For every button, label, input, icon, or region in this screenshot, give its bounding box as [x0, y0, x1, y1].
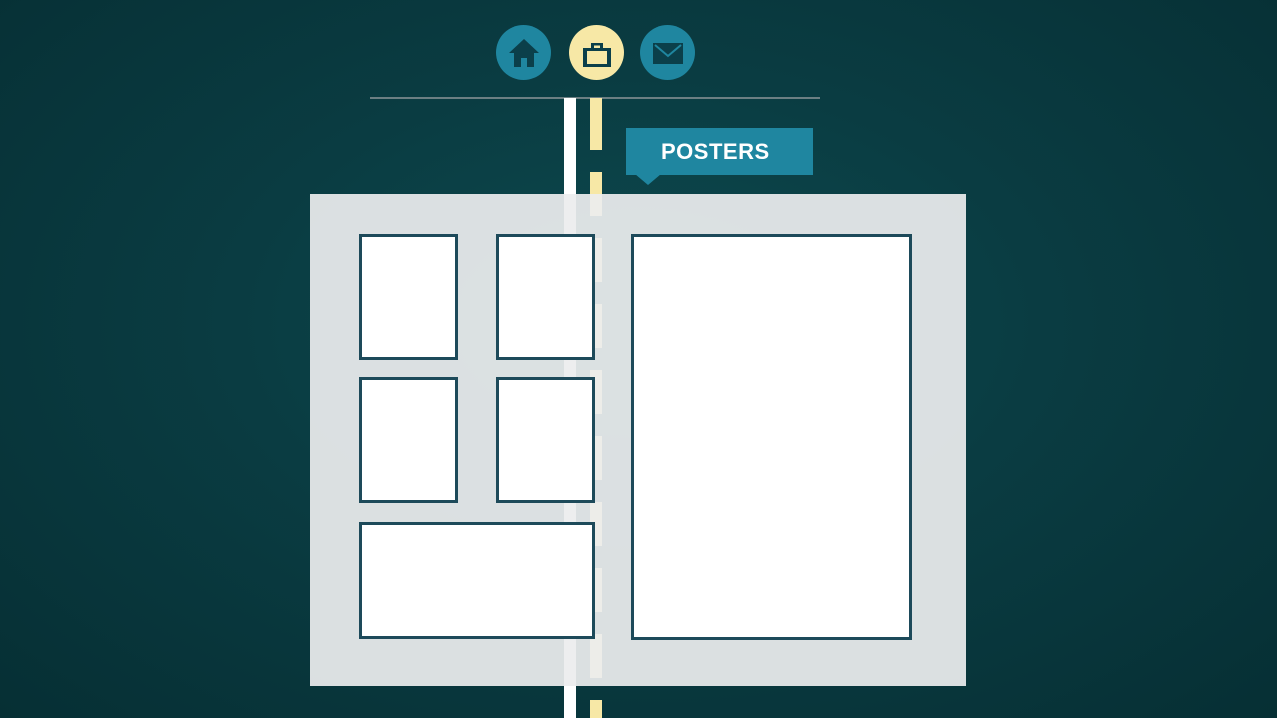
home-nav-button[interactable] — [496, 25, 551, 80]
home-icon — [508, 38, 539, 67]
poster-thumbnail-1[interactable] — [359, 234, 458, 360]
poster-preview-large[interactable] — [631, 234, 912, 640]
poster-thumbnail-2[interactable] — [496, 234, 595, 360]
section-tag-pointer — [635, 174, 661, 185]
portfolio-nav-button[interactable] — [569, 25, 624, 80]
contact-nav-button[interactable] — [640, 25, 695, 80]
poster-thumbnail-4[interactable] — [496, 377, 595, 503]
stage: POSTERS — [0, 0, 1277, 718]
poster-thumbnail-wide[interactable] — [359, 522, 595, 639]
section-tag-label: POSTERS — [661, 138, 770, 164]
briefcase-icon — [582, 42, 611, 67]
poster-thumbnail-3[interactable] — [359, 377, 458, 503]
section-tag: POSTERS — [626, 128, 813, 175]
envelope-icon — [652, 42, 683, 64]
